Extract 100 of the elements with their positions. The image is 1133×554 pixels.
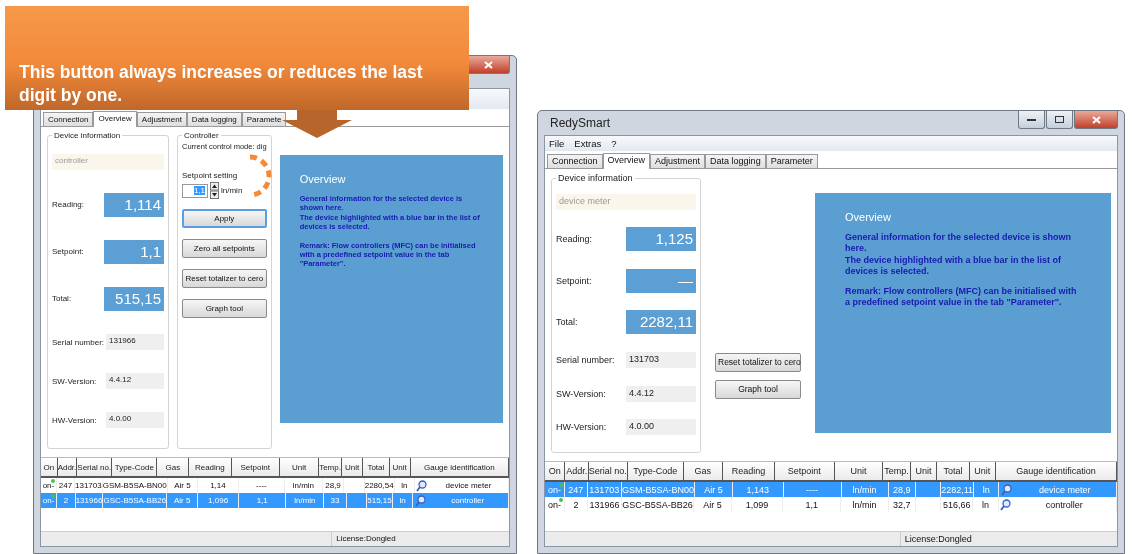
table-cell: on-: [547, 484, 561, 495]
action-button[interactable]: Graph tool: [715, 379, 801, 399]
tab[interactable]: Connection: [43, 112, 94, 126]
column-header[interactable]: On: [41, 458, 58, 476]
magnifier-icon[interactable]: [1000, 498, 1012, 511]
table-cell: controller: [1045, 499, 1083, 510]
column-header[interactable]: Setpoint: [231, 458, 280, 476]
column-header[interactable]: Serial no.: [77, 458, 113, 476]
column-header[interactable]: Unit: [279, 458, 320, 476]
action-button[interactable]: Zero all setpoints: [182, 239, 267, 258]
field-label: Reading:: [556, 234, 593, 245]
info-text: Remark: Flow controllers (MFC) can be initialised with a predefined setpoint value in the tab "Parameter".: [845, 286, 1078, 309]
tab[interactable]: Adjustment: [136, 112, 187, 126]
value-display: 1,114: [104, 192, 164, 217]
column-header[interactable]: Addr.: [57, 458, 78, 476]
field-label: HW-Version:: [556, 422, 607, 433]
column-header[interactable]: Setpoint: [775, 462, 835, 480]
value-field: 131966: [106, 334, 164, 351]
column-header[interactable]: Total: [363, 458, 390, 476]
field-label: HW-Version:: [52, 415, 97, 425]
column-header[interactable]: Temp.: [883, 462, 912, 480]
column-header[interactable]: Serial no.: [588, 462, 628, 480]
window-title: RedySmart: [549, 116, 611, 130]
close-button[interactable]: [1074, 111, 1118, 129]
field-label: Serial number:: [556, 355, 615, 366]
table-cell: 1,143: [732, 482, 784, 497]
value-display: 515,15: [104, 287, 164, 311]
column-header[interactable]: Gas: [157, 458, 190, 476]
action-button[interactable]: Apply: [182, 209, 267, 228]
column-header[interactable]: Unit: [969, 462, 996, 480]
table-cell: 2282,11: [941, 482, 974, 497]
panel-title: Overview: [845, 211, 892, 223]
status-dot-icon: [51, 494, 56, 498]
tab[interactable]: Adjustment: [650, 154, 706, 168]
column-header[interactable]: Total: [937, 462, 970, 480]
table-cell: Air 5: [693, 497, 733, 512]
table-cell: 33: [324, 493, 347, 508]
tab[interactable]: Parameter: [765, 154, 818, 168]
magnifier-icon[interactable]: [1000, 483, 1012, 496]
table-cell: 131966: [587, 497, 623, 512]
tab[interactable]: Data logging: [186, 112, 242, 126]
tab[interactable]: Overview: [602, 153, 651, 169]
tab[interactable]: Paramete: [241, 112, 287, 126]
column-header[interactable]: Type-Code: [112, 458, 158, 476]
column-header[interactable]: Unit: [911, 462, 938, 480]
column-header[interactable]: Gauge identification: [995, 462, 1117, 480]
table-cell: Air 5: [694, 482, 733, 497]
device-name-field: controller: [52, 153, 164, 170]
column-header[interactable]: Addr.: [565, 462, 589, 480]
column-header[interactable]: Gauge identification: [410, 458, 509, 476]
column-header[interactable]: Reading: [722, 462, 776, 480]
table-cell: device meter: [1038, 484, 1091, 495]
tab[interactable]: Overview: [93, 111, 137, 127]
table-cell: 516,66: [941, 497, 974, 512]
table-cell: ln/min: [841, 482, 889, 497]
magnifier-icon[interactable]: [416, 479, 428, 492]
table-cell: 1,1: [783, 497, 842, 512]
group-heading: Device information: [557, 173, 634, 183]
table-cell: 1,1: [239, 493, 287, 508]
setpoint-label: Setpoint setting: [182, 171, 239, 180]
device-row[interactable]: on- 2 131966 GSC-B5SA-BB26 Air 5 1,099 1,1 ln/min 32,7 516,66 ln controller: [545, 497, 1117, 512]
minimize-button[interactable]: [1018, 111, 1045, 129]
table-cell: ln: [973, 497, 999, 512]
action-button[interactable]: Graph tool: [182, 299, 267, 318]
column-header[interactable]: Reading: [189, 458, 232, 476]
table-cell: controller: [451, 496, 485, 505]
column-header[interactable]: Type-Code: [627, 462, 684, 480]
column-header[interactable]: Unit: [834, 462, 884, 480]
magnifier-icon[interactable]: [414, 494, 426, 507]
action-button[interactable]: Reset totalizer to cero: [715, 352, 801, 372]
value-field: 4.0.00: [626, 419, 696, 436]
table-cell: GSC-B5SA-BB26: [103, 493, 168, 508]
table-cell: GSC-B5SA-BB26: [622, 497, 694, 512]
field-label: SW-Version:: [556, 388, 606, 399]
spin-buttons-icon[interactable]: [210, 182, 219, 199]
menu-item[interactable]: Extras: [574, 138, 602, 149]
table-cell: ln: [974, 482, 1000, 497]
tab[interactable]: Data logging: [705, 154, 766, 168]
close-icon: [1091, 115, 1101, 124]
maximize-button[interactable]: [1046, 111, 1073, 129]
table-cell: ----: [783, 482, 842, 497]
column-header[interactable]: Gas: [683, 462, 723, 480]
field-label: Setpoint:: [556, 275, 592, 286]
column-header[interactable]: On: [545, 462, 566, 480]
table-cell: 515,15: [367, 493, 393, 508]
group-heading: Device information: [53, 131, 122, 140]
value-field: 4.0.00: [106, 412, 164, 429]
close-button[interactable]: [466, 56, 510, 74]
field-label: Setpoint:: [52, 247, 84, 257]
menu-item[interactable]: File: [549, 138, 565, 149]
action-button[interactable]: Reset totalizer to cero: [182, 269, 267, 288]
table-cell: 131966: [75, 493, 104, 508]
menu-item[interactable]: ?: [611, 138, 617, 149]
column-header[interactable]: Unit: [341, 458, 364, 476]
table-cell: ln: [392, 493, 414, 508]
group-heading: Controller: [183, 131, 220, 140]
column-header[interactable]: Temp.: [319, 458, 342, 476]
tab[interactable]: Connection: [547, 154, 603, 168]
column-header[interactable]: Unit: [389, 458, 411, 476]
panel-title: Overview: [299, 173, 347, 185]
